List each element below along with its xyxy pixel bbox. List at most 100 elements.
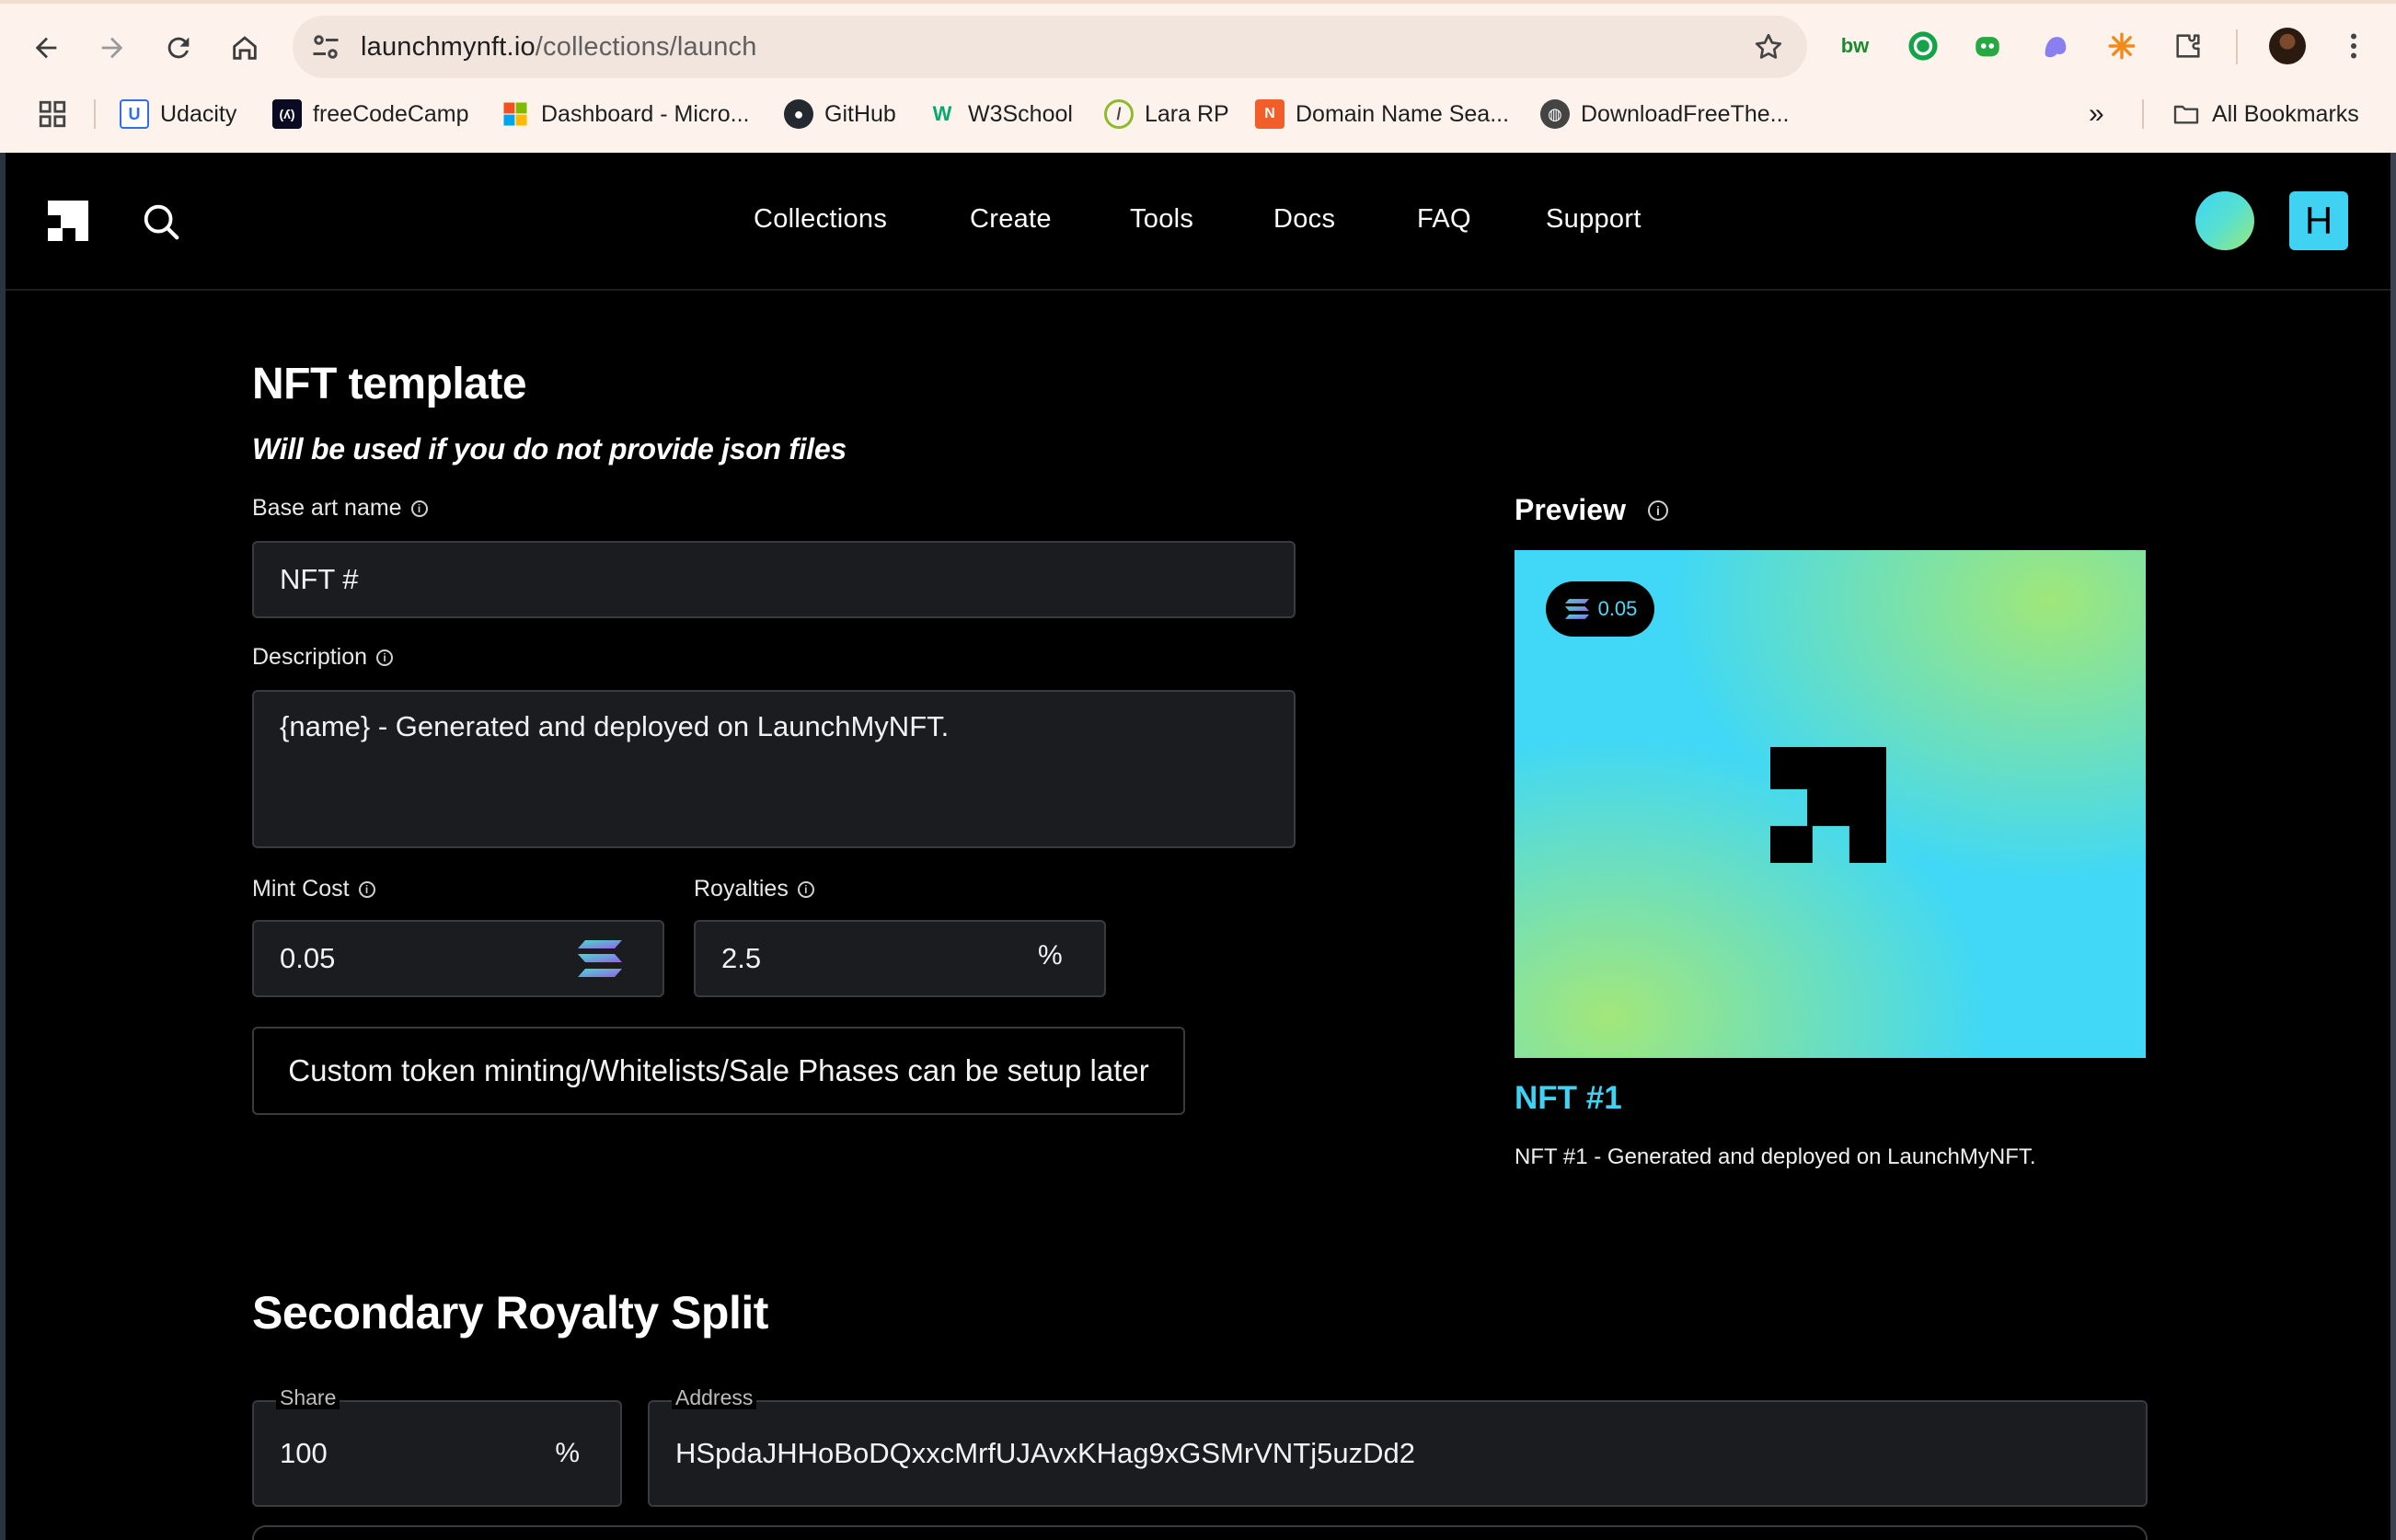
address-input[interactable]: Address HSpdaJHHoBoDQxxcMrfUJAvxKHag9xGS… xyxy=(648,1385,2148,1507)
base-art-name-input[interactable]: NFT # xyxy=(252,541,1296,618)
next-section-edge xyxy=(252,1525,2148,1540)
preview-title-text: Preview xyxy=(1515,493,1626,526)
bookmark-label: Dashboard - Micro... xyxy=(541,100,750,127)
bookmarks-divider xyxy=(2142,99,2144,129)
preview-title: Preview i xyxy=(1515,493,1668,527)
info-icon[interactable]: i xyxy=(358,880,375,898)
toolbar-divider xyxy=(2236,29,2238,64)
github-icon: ● xyxy=(784,99,813,129)
browser-chrome: launchmynft.io/collections/launch bw U U… xyxy=(0,0,2396,153)
ghost-extension-icon[interactable] xyxy=(2037,28,2074,64)
window-edge-right xyxy=(2390,153,2396,1540)
share-input[interactable]: Share 100 % xyxy=(252,1385,622,1507)
sparkle-extension-icon[interactable] xyxy=(2103,28,2140,64)
preview-nft-description: NFT #1 - Generated and deployed on Launc… xyxy=(1515,1144,2036,1169)
w3schools-icon: W xyxy=(932,102,952,125)
bookmark-label: Lara RP xyxy=(1145,100,1229,127)
mint-cost-label: Mint Cost i xyxy=(252,876,375,902)
solana-icon xyxy=(578,940,622,977)
bookmark-downloadfreethemes[interactable]: ◍ DownloadFreeThe... xyxy=(1540,96,1790,132)
description-label-text: Description xyxy=(252,644,368,670)
bookmark-dashboard-microsoft[interactable]: Dashboard - Micro... xyxy=(501,96,749,132)
home-button[interactable] xyxy=(219,22,271,74)
mint-cost-value: 0.05 xyxy=(280,942,336,974)
bookmark-udacity[interactable]: U Udacity xyxy=(120,96,236,132)
site-settings-icon[interactable] xyxy=(309,30,342,63)
royalties-value: 2.5 xyxy=(721,942,762,974)
royalties-label-text: Royalties xyxy=(694,876,789,902)
url-path: /collections/launch xyxy=(535,32,757,62)
nav-create[interactable]: Create xyxy=(970,201,1052,237)
grammarly-icon[interactable] xyxy=(1905,28,1941,64)
bookmark-lara-rp[interactable]: / Lara RP xyxy=(1104,96,1229,132)
info-icon[interactable]: i xyxy=(376,649,394,666)
info-icon[interactable]: i xyxy=(410,500,428,517)
setup-later-note: Custom token minting/Whitelists/Sale Pha… xyxy=(252,1027,1185,1115)
forward-button[interactable] xyxy=(86,22,138,74)
launchmynft-logo xyxy=(1770,747,1886,863)
solana-icon xyxy=(1564,599,1589,619)
url-host: launchmynft.io xyxy=(361,32,536,62)
price-value: 0.05 xyxy=(1597,597,1638,620)
percent-suffix: % xyxy=(1038,940,1063,971)
bookmarks-divider xyxy=(94,99,96,129)
bookmark-label: Domain Name Sea... xyxy=(1296,100,1510,127)
url-text[interactable]: launchmynft.io/collections/launch xyxy=(361,30,757,63)
bookmark-github[interactable]: ● GitHub xyxy=(784,96,896,132)
royalties-label: Royalties i xyxy=(694,876,814,902)
home-icon xyxy=(233,36,257,60)
nav-docs[interactable]: Docs xyxy=(1273,201,1335,237)
nav-tools[interactable]: Tools xyxy=(1130,201,1193,237)
bookmark-star-icon[interactable] xyxy=(1752,30,1785,63)
bw-extension-icon[interactable]: bw xyxy=(1837,28,1873,64)
bookmark-w3school[interactable]: W W3School xyxy=(927,96,1073,132)
price-badge: 0.05 xyxy=(1546,581,1654,637)
nav-faq[interactable]: FAQ xyxy=(1417,201,1471,237)
address-bar[interactable]: launchmynft.io/collections/launch xyxy=(293,16,1807,78)
lara-icon: / xyxy=(1104,99,1134,129)
bookmark-label: GitHub xyxy=(824,100,896,127)
all-bookmarks-label: All Bookmarks xyxy=(2212,100,2359,127)
udacity-icon: U xyxy=(120,99,149,129)
puzzle-extensions-icon[interactable] xyxy=(2170,28,2206,64)
globe-icon: ◍ xyxy=(1540,99,1570,129)
info-icon[interactable]: i xyxy=(1647,500,1668,521)
info-icon[interactable]: i xyxy=(797,880,814,898)
more-menu-icon[interactable] xyxy=(2337,26,2370,66)
all-bookmarks-button[interactable]: All Bookmarks xyxy=(2171,96,2359,132)
user-menu-button[interactable]: H xyxy=(2289,191,2348,250)
main-nav: Collections Create Tools Docs FAQ Suppor… xyxy=(6,153,2390,291)
nav-collections[interactable]: Collections xyxy=(754,201,887,237)
bookmark-label: W3School xyxy=(968,100,1073,127)
robot-extension-icon[interactable] xyxy=(1969,28,2006,64)
address-label: Address xyxy=(672,1385,757,1409)
base-art-name-label-text: Base art name xyxy=(252,495,402,521)
percent-suffix: % xyxy=(555,1438,580,1468)
chevron-double-right-icon: » xyxy=(2089,98,2104,129)
preview-nft-name: NFT #1 xyxy=(1515,1080,1622,1116)
tab-strip-edge xyxy=(0,0,2396,4)
bookmarks-overflow-button[interactable]: » xyxy=(2089,96,2104,132)
section-title-nft-template: NFT template xyxy=(252,360,527,408)
nav-support[interactable]: Support xyxy=(1546,201,1641,237)
namecheap-icon: N xyxy=(1255,99,1284,129)
base-art-name-label: Base art name i xyxy=(252,495,428,522)
description-textarea[interactable]: {name} - Generated and deployed on Launc… xyxy=(252,690,1296,848)
freecodecamp-icon: (ʎ) xyxy=(272,99,302,129)
bookmark-domain-name-search[interactable]: N Domain Name Sea... xyxy=(1255,96,1509,132)
section-title-royalty-split: Secondary Royalty Split xyxy=(252,1287,768,1339)
bookmark-label: freeCodeCamp xyxy=(313,100,469,127)
apps-grid-icon[interactable] xyxy=(37,96,68,132)
wallet-avatar[interactable] xyxy=(2195,191,2254,250)
reload-button[interactable] xyxy=(153,22,204,74)
bookmark-label: Udacity xyxy=(160,100,237,127)
bookmark-label: DownloadFreeThe... xyxy=(1581,100,1790,127)
folder-icon xyxy=(2171,99,2201,129)
reload-icon xyxy=(167,37,190,59)
preview-image: 0.05 xyxy=(1515,550,2146,1058)
bookmark-freecodecamp[interactable]: (ʎ) freeCodeCamp xyxy=(272,96,469,132)
share-label: Share xyxy=(276,1385,340,1409)
arrow-right-icon xyxy=(101,37,123,59)
back-button[interactable] xyxy=(20,22,72,74)
profile-avatar[interactable] xyxy=(2269,28,2306,64)
